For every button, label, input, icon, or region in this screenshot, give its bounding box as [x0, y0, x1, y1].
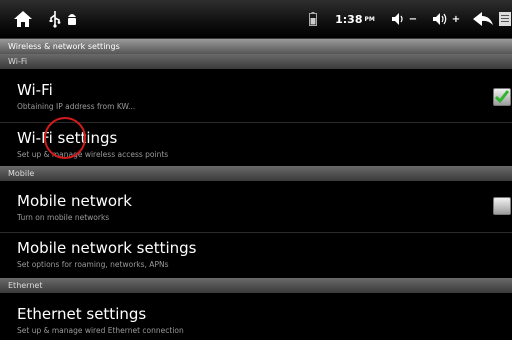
volume-down-label: − [408, 13, 418, 25]
home-icon[interactable] [10, 0, 36, 38]
checkmark-icon [494, 90, 510, 104]
divider [0, 232, 512, 233]
volume-down-button[interactable]: − [386, 0, 422, 38]
volume-up-label: + [451, 13, 461, 25]
mobile-network-settings-row[interactable]: Mobile network settings Set options for … [0, 239, 512, 270]
section-header-wifi: Wi-Fi [0, 54, 512, 69]
usb-icon [46, 0, 80, 38]
mobile-network-checkbox[interactable] [493, 197, 511, 215]
mobile-network-row[interactable]: Mobile network Turn on mobile networks [0, 192, 512, 223]
clock-ampm: PM [364, 15, 375, 23]
volume-up-button[interactable]: + [428, 0, 464, 38]
wifi-toggle-title: Wi-Fi [17, 81, 53, 99]
mobile-network-settings-subtitle: Set options for roaming, networks, APNs [17, 260, 169, 269]
wifi-toggle-row[interactable]: Wi-Fi Obtaining IP address from KW... [0, 81, 512, 112]
mobile-network-settings-title: Mobile network settings [17, 239, 197, 257]
battery-icon [303, 0, 323, 38]
wifi-settings-title: Wi-Fi settings [17, 129, 118, 147]
menu-button[interactable] [498, 0, 512, 38]
mobile-network-subtitle: Turn on mobile networks [17, 213, 110, 222]
page-title: Wireless & network settings [0, 39, 512, 54]
back-icon [473, 12, 493, 26]
android-icon [68, 14, 76, 25]
menu-icon [499, 12, 511, 26]
section-header-mobile: Mobile [0, 166, 512, 181]
wifi-toggle-subtitle: Obtaining IP address from KW... [17, 102, 136, 111]
back-button[interactable] [468, 0, 498, 38]
mobile-network-title: Mobile network [17, 192, 132, 210]
ethernet-settings-subtitle: Set up & manage wired Ethernet connectio… [17, 326, 184, 335]
clock: 1:38 PM [326, 0, 384, 38]
ethernet-settings-row[interactable]: Ethernet settings Set up & manage wired … [0, 305, 512, 336]
clock-time: 1:38 [335, 12, 363, 26]
tap-indicator [44, 117, 86, 159]
volume-down-icon [391, 13, 403, 25]
wifi-settings-subtitle: Set up & manage wireless access points [17, 150, 169, 159]
wifi-checkbox[interactable] [493, 88, 511, 106]
status-bar: 1:38 PM − + [0, 0, 512, 39]
section-header-ethernet: Ethernet [0, 278, 512, 293]
volume-up-icon [432, 13, 447, 25]
ethernet-settings-title: Ethernet settings [17, 305, 147, 323]
